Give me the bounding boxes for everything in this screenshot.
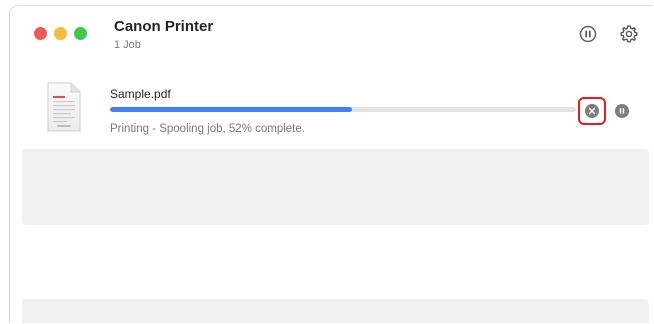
empty-job-row bbox=[22, 299, 649, 323]
close-window-button[interactable] bbox=[34, 27, 47, 40]
job-file-name: Sample.pdf bbox=[110, 87, 171, 101]
cancel-job-button[interactable] bbox=[585, 104, 599, 118]
minimize-window-button[interactable] bbox=[54, 27, 67, 40]
pause-circle-icon bbox=[579, 25, 597, 43]
pdf-document-icon bbox=[46, 82, 82, 132]
job-progress-bar bbox=[110, 107, 576, 112]
pause-circle-icon bbox=[619, 108, 625, 114]
pause-job-button[interactable] bbox=[615, 104, 629, 118]
pause-printer-button[interactable] bbox=[577, 23, 599, 45]
job-count: 1 Job bbox=[114, 39, 141, 51]
zoom-window-button[interactable] bbox=[74, 27, 87, 40]
printer-settings-button[interactable] bbox=[618, 23, 640, 45]
printer-queue-window: Canon Printer 1 Job Sample.pdf Printing … bbox=[9, 5, 653, 323]
window-title: Canon Printer bbox=[114, 18, 214, 35]
job-status-text: Printing - Spooling job, 52% complete. bbox=[110, 123, 305, 135]
gear-icon bbox=[620, 25, 638, 43]
job-progress-fill bbox=[110, 107, 353, 112]
cancel-circle-icon bbox=[588, 107, 596, 115]
empty-job-row bbox=[22, 149, 649, 225]
